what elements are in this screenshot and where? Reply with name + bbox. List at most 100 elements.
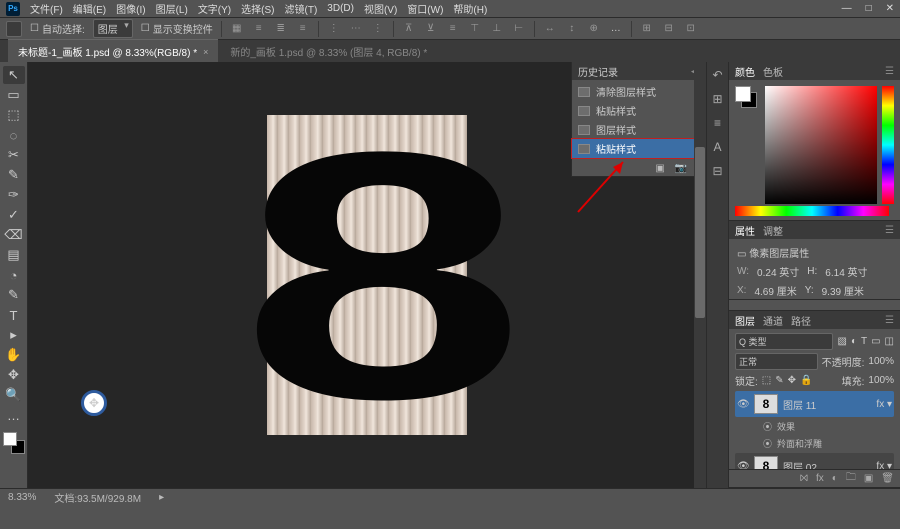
menu-file[interactable]: 文件(F) bbox=[30, 1, 63, 16]
layer-effects-header[interactable]: ⦿ 效果 bbox=[735, 419, 894, 434]
brush-tool[interactable]: ✑ bbox=[3, 186, 25, 204]
fill-value[interactable]: 100% bbox=[868, 375, 894, 386]
move-tool[interactable]: ↖ bbox=[3, 66, 25, 84]
hand-tool[interactable]: ✋ bbox=[3, 346, 25, 364]
opt-icon-3[interactable]: ≡ bbox=[296, 22, 310, 36]
window-close-icon[interactable]: ✕ bbox=[886, 3, 894, 14]
document-tab-active[interactable]: 未标题-1_画板 1.psd @ 8.33%(RGB/8) * × bbox=[8, 39, 218, 63]
tab-channels[interactable]: 通道 bbox=[763, 313, 783, 328]
opt-icon-12[interactable]: ⊢ bbox=[512, 22, 526, 36]
spectrum-strip[interactable] bbox=[735, 206, 889, 216]
history-item[interactable]: 粘贴样式 bbox=[572, 101, 706, 120]
canvas-scrollbar-vertical[interactable] bbox=[694, 62, 706, 488]
layer-fx-badge[interactable]: fx ▾ bbox=[876, 399, 892, 410]
menu-filter[interactable]: 滤镜(T) bbox=[285, 1, 318, 16]
dock-character-icon[interactable]: A bbox=[713, 140, 721, 154]
tab-swatches[interactable]: 色板 bbox=[763, 64, 783, 79]
crop-tool[interactable]: ✂ bbox=[3, 146, 25, 164]
show-transform-checkbox[interactable]: ☐显示变换控件 bbox=[141, 21, 213, 36]
visibility-toggle-icon[interactable]: 👁 bbox=[737, 399, 749, 410]
tab-layers[interactable]: 图层 bbox=[735, 313, 755, 328]
add-mask-icon[interactable]: ◐ bbox=[832, 473, 838, 484]
history-item-selected[interactable]: 粘贴样式 bbox=[572, 139, 706, 158]
opacity-value[interactable]: 100% bbox=[868, 356, 894, 367]
current-tool-icon[interactable] bbox=[6, 21, 22, 37]
link-layers-icon[interactable]: ⨝ bbox=[800, 473, 808, 484]
add-fx-icon[interactable]: fx bbox=[816, 473, 824, 484]
height-value[interactable]: 6.14 英寸 bbox=[825, 264, 867, 279]
menu-3d[interactable]: 3D(D) bbox=[327, 3, 354, 14]
opt-icon-10[interactable]: ⊤ bbox=[468, 22, 482, 36]
canvas-area[interactable]: 8 ✥ 历史记录 ◂◂ ☰ 清除图层样式 粘贴样式 图层样式 粘贴样式 ▣ 📷 … bbox=[28, 62, 706, 488]
tab-properties[interactable]: 属性 bbox=[735, 223, 755, 238]
document-size[interactable]: 文档:93.5M/929.8M bbox=[54, 490, 141, 505]
opt-icon-7[interactable]: ⊼ bbox=[402, 22, 416, 36]
filter-pixel-icon[interactable]: ▧ bbox=[837, 336, 846, 347]
opt-icon-16[interactable]: ⊞ bbox=[640, 22, 654, 36]
window-maximize-icon[interactable]: □ bbox=[866, 3, 872, 14]
zoom-tool[interactable]: 🔍 bbox=[3, 386, 25, 404]
dock-swatches-icon[interactable]: ⊞ bbox=[712, 92, 722, 106]
menu-view[interactable]: 视图(V) bbox=[364, 1, 397, 16]
status-more-icon[interactable]: ▸ bbox=[159, 492, 164, 503]
opt-icon-2[interactable]: ≣ bbox=[274, 22, 288, 36]
visibility-toggle-icon[interactable]: 👁 bbox=[737, 461, 749, 470]
auto-select-mode-dropdown[interactable]: 图层 bbox=[93, 19, 133, 38]
width-value[interactable]: 0.24 英寸 bbox=[757, 264, 799, 279]
menu-edit[interactable]: 编辑(E) bbox=[73, 1, 106, 16]
layer-name[interactable]: 图层 02 bbox=[783, 459, 817, 470]
opt-icon-9[interactable]: ≡ bbox=[446, 22, 460, 36]
rotate-tool[interactable]: ✥ bbox=[3, 366, 25, 384]
hue-slider[interactable] bbox=[882, 86, 894, 204]
filter-type-icon[interactable]: T bbox=[861, 336, 867, 347]
window-minimize-icon[interactable]: — bbox=[842, 3, 852, 14]
eraser-tool[interactable]: ⌫ bbox=[3, 226, 25, 244]
path-tool[interactable]: ▸ bbox=[3, 326, 25, 344]
history-item[interactable]: 清除图层样式 bbox=[572, 82, 706, 101]
menu-select[interactable]: 选择(S) bbox=[241, 1, 274, 16]
tab-paths[interactable]: 路径 bbox=[791, 313, 811, 328]
eyedropper-tool[interactable]: ✎ bbox=[3, 166, 25, 184]
filter-shape-icon[interactable]: ▭ bbox=[871, 336, 880, 347]
edit-toolbar[interactable]: … bbox=[3, 406, 25, 424]
panel-menu-icon[interactable]: ☰ bbox=[885, 315, 894, 326]
opt-icon-14[interactable]: ↕ bbox=[565, 22, 579, 36]
auto-select-checkbox[interactable]: ☐自动选择: bbox=[30, 21, 85, 36]
tab-close-icon[interactable]: × bbox=[203, 47, 208, 57]
color-swatches[interactable] bbox=[3, 432, 25, 454]
menu-type[interactable]: 文字(Y) bbox=[198, 1, 231, 16]
delete-layer-icon[interactable]: 🗑 bbox=[881, 473, 894, 484]
lock-icon[interactable]: 🔒 bbox=[800, 375, 812, 386]
document-tab-inactive[interactable]: 新的_画板 1.psd @ 8.33% (图层 4, RGB/8) * bbox=[220, 40, 437, 63]
lock-all-icon[interactable]: ⬚ bbox=[762, 375, 771, 386]
lock-pixels-icon[interactable]: ✎ bbox=[775, 375, 783, 386]
tab-color[interactable]: 颜色 bbox=[735, 64, 755, 79]
dock-history-icon[interactable]: ↶ bbox=[712, 68, 722, 82]
opt-icon-0[interactable]: ▦ bbox=[230, 22, 244, 36]
pen-tool[interactable]: ✎ bbox=[3, 286, 25, 304]
opt-icon-more[interactable]: … bbox=[609, 22, 623, 36]
opt-icon-6[interactable]: ⋮ bbox=[371, 22, 385, 36]
filter-smart-icon[interactable]: ◫ bbox=[885, 336, 894, 347]
dock-paragraph-icon[interactable]: ≡ bbox=[714, 116, 721, 130]
layer-row[interactable]: 👁 8 图层 02 fx ▾ bbox=[735, 453, 894, 469]
filter-adjust-icon[interactable]: ◐ bbox=[851, 336, 857, 347]
type-tool[interactable]: T bbox=[3, 306, 25, 324]
x-value[interactable]: 4.69 厘米 bbox=[754, 283, 796, 298]
layer-fx-badge[interactable]: fx ▾ bbox=[876, 461, 892, 470]
opt-icon-4[interactable]: ⋮ bbox=[327, 22, 341, 36]
menu-layer[interactable]: 图层(L) bbox=[156, 1, 188, 16]
blend-mode-dropdown[interactable]: 正常 bbox=[735, 353, 818, 370]
opt-icon-18[interactable]: ⊡ bbox=[684, 22, 698, 36]
lasso-tool[interactable]: ◌ bbox=[3, 126, 25, 144]
opt-icon-15[interactable]: ⊕ bbox=[587, 22, 601, 36]
menu-help[interactable]: 帮助(H) bbox=[453, 1, 487, 16]
healing-tool[interactable]: ✓ bbox=[3, 206, 25, 224]
y-value[interactable]: 9.39 厘米 bbox=[822, 283, 864, 298]
history-item[interactable]: 图层样式 bbox=[572, 120, 706, 139]
opt-icon-17[interactable]: ⊟ bbox=[662, 22, 676, 36]
panel-menu-icon[interactable]: ☰ bbox=[885, 225, 894, 236]
gradient-tool[interactable]: ▤ bbox=[3, 246, 25, 264]
opt-icon-1[interactable]: ≡ bbox=[252, 22, 266, 36]
layer-name[interactable]: 图层 11 bbox=[783, 397, 816, 412]
